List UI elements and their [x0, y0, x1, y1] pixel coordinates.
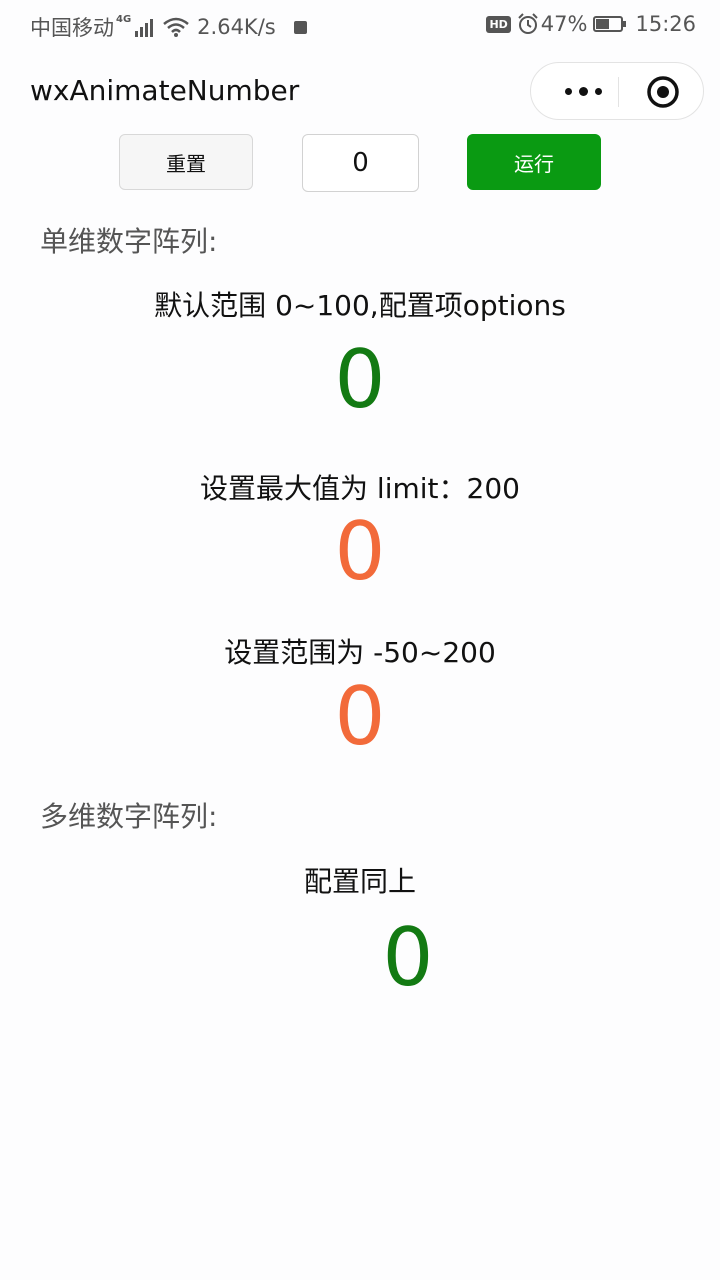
alarm-icon	[518, 13, 538, 34]
number-input[interactable]	[302, 134, 419, 192]
hd-badge: HD	[486, 15, 511, 33]
stop-icon	[293, 20, 307, 34]
page-title: wxAnimateNumber	[30, 74, 300, 107]
animated-number-limit: 0	[334, 505, 386, 598]
signal-icon	[135, 17, 155, 37]
carrier-name: 中国移动	[30, 16, 114, 40]
close-target-icon[interactable]	[646, 75, 680, 109]
run-button[interactable]: 运行	[467, 134, 601, 190]
network-type: 4G	[116, 13, 132, 25]
range-caption: 设置范围为 -50~200	[224, 636, 496, 669]
clock-time: 15:26	[635, 12, 696, 36]
capsule-divider	[618, 77, 619, 107]
animated-number-default: 0	[334, 333, 386, 426]
animated-number-multi: 0	[382, 911, 434, 1004]
single-section-label: 单维数字阵列:	[40, 225, 218, 258]
wifi-icon	[163, 17, 189, 37]
multi-section-label: 多维数字阵列:	[40, 800, 218, 833]
mini-program-capsule	[530, 62, 704, 120]
animated-number-range: 0	[334, 670, 386, 763]
multi-caption: 配置同上	[303, 865, 416, 898]
status-bar-right: HD 47% 15:26	[486, 12, 696, 36]
network-speed: 2.64K/s	[197, 15, 276, 39]
limit-caption: 设置最大值为 limit：200	[200, 472, 520, 505]
battery-percent: 47%	[540, 12, 588, 36]
status-bar-left: 中国移动 4G 2.64K/s	[30, 12, 307, 42]
reset-button[interactable]: 重置	[119, 134, 253, 190]
default-range-caption: 默认范围 0~100,配置项options	[154, 289, 566, 322]
status-bar: 中国移动 4G 2.64K/s HD 47% 15:26	[0, 0, 720, 50]
more-icon[interactable]	[553, 77, 613, 105]
battery-icon	[593, 16, 627, 32]
